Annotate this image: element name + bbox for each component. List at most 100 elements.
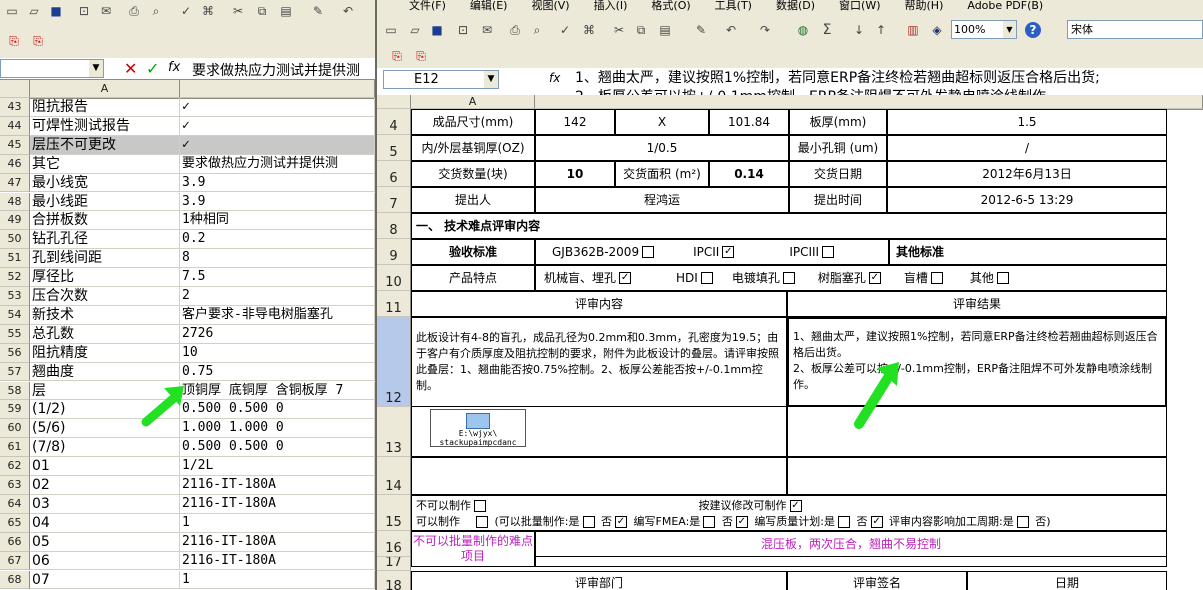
row-header[interactable]: 47 — [0, 173, 30, 193]
autosum-icon[interactable]: Σ — [819, 22, 835, 38]
cell-value[interactable]: ✓ — [180, 135, 375, 155]
print-icon[interactable]: ⎙ — [126, 3, 142, 19]
cell-dept-header[interactable]: 评审部门 — [411, 571, 787, 590]
cell-sign-header[interactable]: 评审签名 — [787, 571, 967, 590]
pdf-convert-icon[interactable]: ⎘ — [6, 33, 22, 49]
cell-area-label[interactable]: 交货面积 (m²) — [615, 161, 709, 187]
save-icon[interactable]: ■ — [48, 3, 64, 19]
cell-value[interactable]: 2116-IT-180A — [180, 551, 375, 571]
pdf-email-icon[interactable]: ⎘ — [30, 33, 46, 49]
cell-label[interactable]: (7/8) — [30, 438, 180, 458]
column-header-b[interactable] — [180, 80, 375, 98]
row-header[interactable]: 55 — [0, 324, 30, 344]
spelling-icon[interactable]: ✓ — [178, 3, 194, 19]
format-painter-icon[interactable]: ✎ — [693, 22, 709, 38]
cell-label[interactable]: 07 — [30, 570, 180, 590]
cell-value[interactable]: 8 — [180, 249, 375, 269]
cell-qty-value[interactable]: 10 — [535, 161, 615, 187]
row-header[interactable]: 17 — [377, 557, 411, 571]
open-icon[interactable]: ▱ — [407, 22, 423, 38]
cell-row14-b[interactable] — [787, 457, 1167, 495]
cell-value[interactable]: 0.500 0.500 0 — [180, 438, 375, 458]
cell-label[interactable]: 厚径比 — [30, 268, 180, 287]
row-header[interactable]: 58 — [0, 381, 30, 401]
row-header[interactable]: 59 — [0, 400, 30, 420]
cell-value[interactable]: ✓ — [180, 116, 375, 136]
cell-value[interactable]: 1种相同 — [180, 211, 375, 231]
cell-label[interactable]: 05 — [30, 532, 180, 552]
menu-item[interactable]: Adobe PDF(B) — [967, 0, 1043, 12]
cancel-icon[interactable]: ✕ — [124, 59, 137, 78]
menu-item[interactable]: 帮助(H) — [905, 0, 944, 12]
cell-label[interactable]: 02 — [30, 476, 180, 495]
row-header[interactable]: 14 — [377, 457, 411, 495]
row-header[interactable]: 56 — [0, 343, 30, 363]
menu-item[interactable]: 窗口(W) — [839, 0, 880, 12]
cell-value[interactable]: 2116-IT-180A — [180, 494, 375, 514]
row-header[interactable]: 44 — [0, 116, 30, 136]
menu-item[interactable]: 文件(F) — [409, 0, 446, 12]
save-icon[interactable]: ■ — [429, 22, 445, 38]
row-header[interactable]: 61 — [0, 438, 30, 458]
cell-value[interactable]: 10 — [180, 343, 375, 363]
checkbox-ipc2[interactable]: ✓ — [722, 246, 735, 258]
function-icon[interactable]: fx — [549, 71, 560, 85]
row-header[interactable]: 10 — [377, 265, 411, 291]
select-all-corner[interactable] — [377, 95, 411, 109]
chevron-down-icon[interactable]: ▼ — [1003, 21, 1016, 38]
cell-copper-label[interactable]: 内/外层基铜厚(OZ) — [411, 135, 535, 161]
permission-icon[interactable]: ⊡ — [455, 22, 471, 38]
cell-value[interactable]: 顶铜厚 底铜厚 含铜板厚 7 — [180, 381, 375, 401]
cell-label[interactable]: 总孔数 — [30, 324, 180, 344]
permission-icon[interactable]: ⊡ — [76, 3, 92, 19]
print-preview-icon[interactable]: ⌕ — [529, 22, 545, 38]
row-header[interactable]: 13 — [377, 407, 411, 457]
cell-value[interactable]: 要求做热应力测试并提供测 — [180, 154, 375, 174]
undo-icon[interactable]: ↶ — [340, 3, 356, 19]
row-header[interactable]: 54 — [0, 305, 30, 325]
cell-date-label[interactable]: 交货日期 — [789, 161, 887, 187]
row-header[interactable]: 45 — [0, 135, 30, 155]
email-icon[interactable]: ✉ — [479, 22, 495, 38]
cell-size-label[interactable]: 成品尺寸(mm) — [411, 109, 535, 135]
research-icon[interactable]: ⌘ — [200, 3, 216, 19]
row-header[interactable]: 51 — [0, 249, 30, 269]
cell-date-value[interactable]: 2012年6月13日 — [887, 161, 1167, 187]
row-header[interactable]: 16 — [377, 531, 411, 557]
new-icon[interactable]: ▭ — [4, 3, 20, 19]
row-header[interactable]: 46 — [0, 154, 30, 174]
row-header[interactable]: 18 — [377, 571, 411, 590]
menu-item[interactable]: 视图(V) — [531, 0, 569, 12]
function-icon[interactable]: fx — [168, 60, 180, 75]
cell-features-label[interactable]: 产品特点 — [411, 265, 535, 291]
cell-size-h[interactable]: 101.84 — [709, 109, 789, 135]
print-icon[interactable]: ⎙ — [507, 22, 523, 38]
cell-label[interactable]: 层压不可更改 — [30, 135, 180, 155]
cell-value[interactable]: 2 — [180, 287, 375, 306]
font-name-select[interactable]: 宋体 — [1067, 20, 1203, 39]
hyperlink-icon[interactable]: ◍ — [795, 22, 811, 38]
menu-item[interactable]: 插入(I) — [594, 0, 628, 12]
cell-hole-copper-value[interactable]: / — [887, 135, 1167, 161]
cell-label[interactable]: 翘曲度 — [30, 362, 180, 382]
checkbox-blind-slot[interactable] — [930, 272, 943, 284]
cell-size-x[interactable]: X — [615, 109, 709, 135]
cell-row17[interactable] — [535, 557, 1167, 567]
zoom-select[interactable]: 100% ▼ — [951, 20, 1017, 39]
select-all-corner[interactable] — [0, 80, 30, 98]
left-name-box[interactable]: ▼ — [0, 59, 104, 78]
cell-label[interactable]: 最小线距 — [30, 192, 180, 212]
checkbox-hdi[interactable] — [700, 272, 713, 284]
undo-icon[interactable]: ↶ — [723, 22, 739, 38]
cell-difficulty-value[interactable]: 混压板，两次压合，翘曲不易控制 — [535, 531, 1167, 557]
checkbox-blind-buried[interactable]: ✓ — [619, 272, 632, 284]
pdf-convert-icon[interactable]: ⎘ — [389, 48, 405, 64]
checkbox-qplan-yes[interactable] — [838, 516, 851, 528]
row-header[interactable]: 60 — [0, 419, 30, 439]
column-header-a[interactable]: A — [411, 95, 535, 109]
checkbox-via-fill[interactable] — [782, 272, 795, 284]
paste-icon[interactable]: ▤ — [278, 3, 294, 19]
checkbox-qplan-no[interactable]: ✓ — [870, 516, 883, 528]
cell-label[interactable]: 新技术 — [30, 305, 180, 325]
cell-label[interactable]: 03 — [30, 494, 180, 514]
